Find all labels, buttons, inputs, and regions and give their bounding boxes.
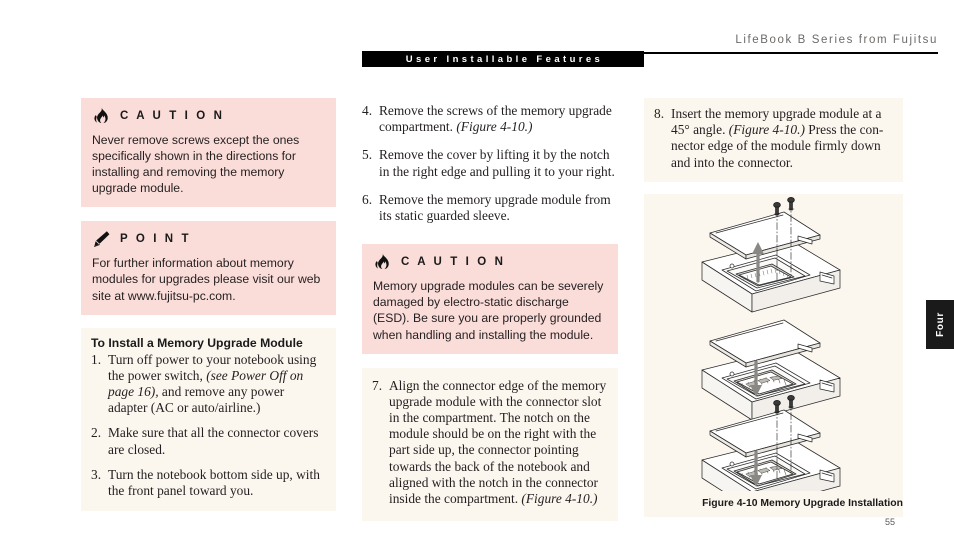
header-divider-rule <box>644 52 938 54</box>
install-procedure-box: To Install a Memory Upgrade Module 1. Tur… <box>81 327 336 512</box>
procedure-step-8: 8. Insert the memory upgrade module at a … <box>654 106 893 171</box>
chapter-tab-label: Four <box>934 312 946 337</box>
page-header-title: LifeBook B Series from Fujitsu <box>735 34 938 46</box>
step-number: 2. <box>91 425 102 441</box>
step-number: 7. <box>372 377 383 393</box>
step-text-italic: (Figure 4-10.) <box>728 122 805 138</box>
point-box-memory-info: P O I N T For further information about … <box>81 221 336 315</box>
procedure-title: To Install a Memory Upgrade Module <box>91 335 303 350</box>
point-title: P O I N T <box>120 233 192 246</box>
point-header: P O I N T <box>92 229 324 249</box>
step-text: Remove the memory upgrade module from it… <box>379 191 611 224</box>
procedure-steps-4-6: 4. Remove the screws of the memory upgrad… <box>362 103 618 224</box>
step-7-box: 7. Align the connector edge of the memory… <box>362 367 618 522</box>
figure-caption-band: Figure 4-10 Memory Upgrade Installation <box>644 490 903 517</box>
flame-icon <box>373 253 392 272</box>
list-item: 4. Remove the screws of the memory upgrad… <box>362 103 618 135</box>
step-text: Make sure that all the connector covers … <box>108 425 319 457</box>
step-number: 6. <box>362 191 373 207</box>
caution-box-screws: C A U T I O N Never remove screws except… <box>81 98 336 208</box>
section-banner-label: User Installable Features <box>405 53 604 65</box>
chapter-tab-four: Four <box>926 300 954 349</box>
procedure-steps-1-3: 1. Turn off power to your notebook using … <box>91 352 326 500</box>
step-number: 4. <box>362 103 373 118</box>
caution-body: Memory upgrade modules can be severely d… <box>373 279 604 342</box>
point-body: For further information about memory mod… <box>92 256 321 303</box>
caution-header: C A U T I O N <box>373 252 606 272</box>
step-number: 3. <box>91 466 102 482</box>
list-item: 6. Remove the memory upgrade module from … <box>362 192 618 224</box>
section-banner: User Installable Features <box>362 51 644 67</box>
step-text-italic: (Figure 4-10.) <box>456 119 533 135</box>
list-item: 5. Remove the cover by lifting it by the … <box>362 147 618 179</box>
figure-panel: Figure 4-10 Memory Upgrade Installation <box>644 193 903 517</box>
step-text: Remove the cover by lifting it by the no… <box>379 147 615 179</box>
list-item: 7. Align the connector edge of the memory… <box>372 378 608 508</box>
list-item: 3. Turn the notebook bottom side up, with… <box>91 467 326 499</box>
list-item: 2. Make sure that all the connector cover… <box>91 425 326 457</box>
pencil-icon <box>92 230 111 249</box>
step-text-italic: (Figure 4-10.) <box>521 491 598 507</box>
caution-title: C A U T I O N <box>401 256 506 269</box>
list-item: 1. Turn off power to your notebook using … <box>91 352 326 417</box>
figure-caption: Figure 4-10 Memory Upgrade Installation <box>702 498 903 510</box>
caution-header: C A U T I O N <box>92 106 324 126</box>
left-column: C A U T I O N Never remove screws except… <box>81 98 336 512</box>
step-number: 1. <box>91 351 102 367</box>
caution-body: Never remove screws except the ones spec… <box>92 133 300 196</box>
step-text: Turn the notebook bottom side up, with t… <box>108 466 320 499</box>
step-number: 8. <box>654 106 665 121</box>
caution-box-esd: C A U T I O N Memory upgrade modules can… <box>362 244 618 354</box>
flame-icon <box>92 106 111 126</box>
step-number: 5. <box>362 147 373 163</box>
right-column: 8. Insert the memory upgrade module at a … <box>644 98 903 517</box>
memory-upgrade-installation-diagram <box>701 196 841 491</box>
procedure-step-7: 7. Align the connector edge of the memory… <box>372 378 608 508</box>
step-8-box: 8. Insert the memory upgrade module at a … <box>644 98 903 182</box>
step-text: Align the connector edge of the memory u… <box>389 377 607 507</box>
list-item: 8. Insert the memory upgrade module at a … <box>654 106 893 171</box>
caution-title: C A U T I O N <box>120 110 225 122</box>
middle-column: 4. Remove the screws of the memory upgrad… <box>362 98 618 522</box>
page-number: 55 <box>885 517 896 527</box>
